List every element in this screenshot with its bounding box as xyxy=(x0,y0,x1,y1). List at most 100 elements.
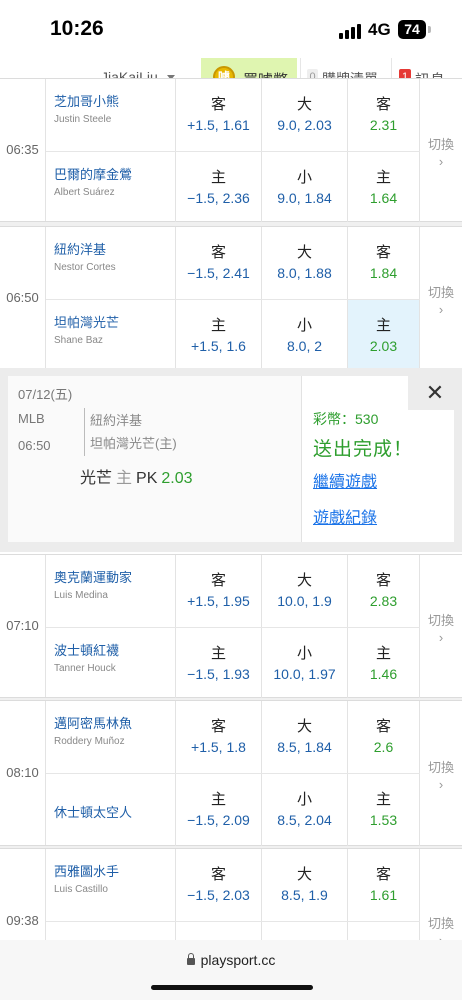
team-name[interactable]: 坦帕灣光芒 xyxy=(54,312,119,331)
close-icon[interactable]: ✕ xyxy=(408,376,462,410)
game-time: 06:35 xyxy=(0,79,46,221)
away-team: 芝加哥小熊 Justin Steele xyxy=(46,79,176,151)
team-name[interactable]: 休士頓太空人 xyxy=(54,802,132,821)
game-time: 08:10 xyxy=(0,701,46,845)
game-date: 07/12(五) xyxy=(18,387,73,402)
over-button[interactable]: 大 9.0, 2.03 xyxy=(262,79,348,151)
under-button[interactable]: 小 9.0, 1.84 xyxy=(262,152,348,224)
home-team: 波士頓紅襪 Tanner Houck xyxy=(46,628,176,700)
away-row: 西雅圖水手 Luis Castillo 客 −1.5, 2.03 大 8.5, 1.… xyxy=(46,849,420,921)
pitcher-name: Shane Baz xyxy=(54,335,103,346)
away-team: 奧克蘭運動家 Luis Medina xyxy=(46,555,176,627)
under-button[interactable]: 小 8.5, 2.04 xyxy=(262,774,348,846)
pitcher-name: Tanner Houck xyxy=(54,663,116,674)
game-row: 06:35 芝加哥小熊 Justin Steele 客 +1.5, 1.61 大9… xyxy=(0,78,462,224)
bet-summary-card: 07/12(五) MLB 06:50 紐約洋基 坦帕灣光芒(主) 光芒主 PK 2.… xyxy=(8,376,302,542)
moneyline-home-button[interactable]: 主 1.53 xyxy=(348,774,420,846)
moneyline-home-button[interactable]: 主 1.46 xyxy=(348,628,420,700)
game-time: 06:50 xyxy=(18,438,51,453)
away-row: 邁阿密馬林魚 Roddery Muñoz 客 +1.5, 1.8 大 8.5, 1.… xyxy=(46,701,420,773)
address-bar[interactable]: playsport.cc xyxy=(0,952,462,968)
network-label: 4G xyxy=(368,20,391,39)
team-name[interactable]: 奧克蘭運動家 xyxy=(54,567,132,586)
over-button[interactable]: 大 10.0, 1.9 xyxy=(262,555,348,627)
team-name[interactable]: 邁阿密馬林魚 xyxy=(54,713,132,732)
home-team: 坦帕灣光芒 Shane Baz xyxy=(46,300,176,372)
under-button[interactable]: 小 10.0, 1.97 xyxy=(262,628,348,700)
pitcher-name: Luis Medina xyxy=(54,590,108,601)
game-time: 06:50 xyxy=(0,227,46,369)
pick-type: PK xyxy=(136,470,158,487)
league-label: MLB xyxy=(18,411,45,426)
team-name[interactable]: 西雅圖水手 xyxy=(54,861,119,880)
home-row: 巴爾的摩金鶯 Albert Suárez 主 −1.5, 2.36 小 9.0, 1… xyxy=(46,151,420,224)
lock-icon xyxy=(186,953,195,965)
pick-team: 光芒 xyxy=(80,470,113,487)
chevron-right-icon: › xyxy=(438,154,444,169)
switch-button[interactable]: 切換› xyxy=(420,79,462,221)
bet-pick: 光芒主 PK 2.03 xyxy=(80,464,193,488)
moneyline-away-button[interactable]: 客 2.83 xyxy=(348,555,420,627)
status-time: 10:26 xyxy=(50,17,104,40)
home-indicator[interactable] xyxy=(151,985,313,990)
game-row: 08:10 邁阿密馬林魚 Roddery Muñoz 客 +1.5, 1.8 大8… xyxy=(0,700,462,846)
pick-side: 主 xyxy=(116,470,133,487)
pitcher-name: Nestor Cortes xyxy=(54,262,116,273)
home-row: 波士頓紅襪 Tanner Houck 主 −1.5, 1.93 小 10.0, 1.… xyxy=(46,627,420,700)
under-button[interactable]: 小 8.0, 2 xyxy=(262,300,348,372)
pitcher-name: Justin Steele xyxy=(54,114,112,125)
over-button[interactable]: 大 8.0, 1.88 xyxy=(262,227,348,299)
battery-icon: 74 xyxy=(398,20,426,39)
switch-button[interactable]: 切換› xyxy=(420,555,462,697)
handicap-away-button[interactable]: 客 +1.5, 1.8 xyxy=(176,701,262,773)
moneyline-away-button[interactable]: 客 1.84 xyxy=(348,227,420,299)
page: 10:26 4G 74 JiaKaiLiu 噱 買噱幣 0 購牌清單 1 訊息 … xyxy=(0,0,462,1000)
home-row: 休士頓太空人 主 −1.5, 2.09 小 8.5, 2.04 主 1.53 xyxy=(46,773,420,846)
away-row: 奧克蘭運動家 Luis Medina 客 +1.5, 1.95 大 10.0, 1.… xyxy=(46,555,420,627)
team-1: 紐約洋基 xyxy=(90,413,143,428)
game-records-link[interactable]: 遊戲紀錄 xyxy=(313,504,377,528)
over-button[interactable]: 大 8.5, 1.84 xyxy=(262,701,348,773)
submit-success-text: 送出完成！ xyxy=(313,439,414,460)
divider xyxy=(84,408,85,456)
switch-button[interactable]: 切換› xyxy=(420,227,462,369)
handicap-home-button[interactable]: 主 +1.5, 1.6 xyxy=(176,300,262,372)
browser-bottom-bar: playsport.cc xyxy=(0,940,462,1000)
handicap-home-button[interactable]: 主 −1.5, 2.36 xyxy=(176,152,262,224)
game-time: 07:10 xyxy=(0,555,46,697)
home-row: 坦帕灣光芒 Shane Baz 主 +1.5, 1.6 小 8.0, 2 主 2.03 xyxy=(46,299,420,372)
away-row: 紐約洋基 Nestor Cortes 客 −1.5, 2.41 大 8.0, 1.8… xyxy=(46,227,420,299)
handicap-away-button[interactable]: 客 +1.5, 1.61 xyxy=(176,79,262,151)
bet-confirmation-panel: 07/12(五) MLB 06:50 紐約洋基 坦帕灣光芒(主) 光芒主 PK 2.… xyxy=(0,368,462,552)
handicap-home-button[interactable]: 主 −1.5, 2.09 xyxy=(176,774,262,846)
handicap-away-button[interactable]: 客 −1.5, 2.41 xyxy=(176,227,262,299)
moneyline-away-button[interactable]: 客 1.61 xyxy=(348,849,420,921)
team-name[interactable]: 巴爾的摩金鶯 xyxy=(54,164,132,183)
team-name[interactable]: 紐約洋基 xyxy=(54,239,106,258)
signal-icon xyxy=(339,23,361,39)
pitcher-name: Luis Castillo xyxy=(54,884,108,895)
home-team: 休士頓太空人 xyxy=(46,774,176,846)
pitcher-name: Albert Suárez xyxy=(54,187,115,198)
moneyline-home-button-selected[interactable]: 主 2.03 xyxy=(348,300,420,372)
handicap-away-button[interactable]: 客 −1.5, 2.03 xyxy=(176,849,262,921)
away-row: 芝加哥小熊 Justin Steele 客 +1.5, 1.61 大 9.0, 2.… xyxy=(46,79,420,151)
team-name[interactable]: 芝加哥小熊 xyxy=(54,91,119,110)
away-team: 西雅圖水手 Luis Castillo xyxy=(46,849,176,921)
away-team: 紐約洋基 Nestor Cortes xyxy=(46,227,176,299)
away-team: 邁阿密馬林魚 Roddery Muñoz xyxy=(46,701,176,773)
over-button[interactable]: 大 8.5, 1.9 xyxy=(262,849,348,921)
moneyline-home-button[interactable]: 主 1.64 xyxy=(348,152,420,224)
team-2: 坦帕灣光芒(主) xyxy=(90,436,177,451)
switch-button[interactable]: 切換› xyxy=(420,701,462,845)
moneyline-away-button[interactable]: 客 2.6 xyxy=(348,701,420,773)
status-bar: 10:26 4G 74 xyxy=(0,0,462,58)
team-name[interactable]: 波士頓紅襪 xyxy=(54,640,119,659)
handicap-away-button[interactable]: 客 +1.5, 1.95 xyxy=(176,555,262,627)
pick-odds: 2.03 xyxy=(161,470,193,487)
coin-balance: 彩幣：530 xyxy=(313,411,379,427)
handicap-home-button[interactable]: 主 −1.5, 1.93 xyxy=(176,628,262,700)
continue-game-link[interactable]: 繼續遊戲 xyxy=(313,468,377,492)
moneyline-away-button[interactable]: 客 2.31 xyxy=(348,79,420,151)
url-text: playsport.cc xyxy=(200,952,276,968)
